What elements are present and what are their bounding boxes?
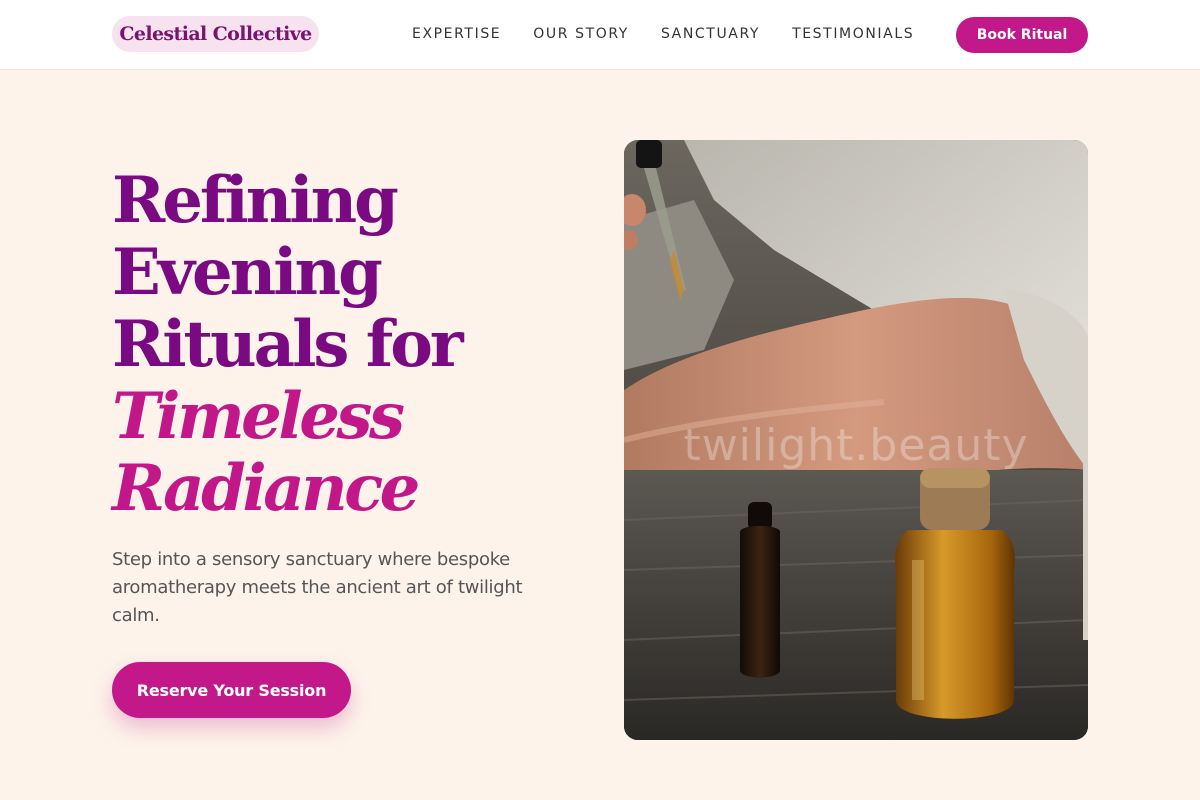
- hero-title-line: Refining: [112, 163, 399, 238]
- main-nav: EXPERTISE OUR STORY SANCTUARY TESTIMONIA…: [412, 25, 914, 43]
- hero-subtitle: Step into a sensory sanctuary where besp…: [112, 549, 523, 626]
- hero-image: twilight.beauty: [624, 140, 1088, 740]
- hero-title-line: Rituals for: [112, 307, 464, 382]
- nav-link-testimonials[interactable]: TESTIMONIALS: [792, 25, 914, 43]
- hero-title-accent: Timeless: [112, 379, 405, 454]
- book-ritual-button[interactable]: Book Ritual: [956, 17, 1088, 53]
- reserve-session-button[interactable]: Reserve Your Session: [112, 662, 351, 718]
- nav-link-expertise[interactable]: EXPERTISE: [412, 25, 501, 43]
- site-header: Celestial Collective EXPERTISE OUR STORY…: [0, 0, 1200, 70]
- nav-link-sanctuary[interactable]: SANCTUARY: [661, 25, 760, 43]
- hero-title: Refining Evening Rituals for Timeless Ra…: [112, 165, 582, 525]
- hero-title-accent: Radiance: [112, 451, 420, 526]
- nav-link-our-story[interactable]: OUR STORY: [533, 25, 629, 43]
- brand-logo[interactable]: Celestial Collective: [112, 16, 319, 52]
- hero-title-line: Evening: [112, 235, 383, 310]
- image-watermark: twilight.beauty: [683, 420, 1029, 471]
